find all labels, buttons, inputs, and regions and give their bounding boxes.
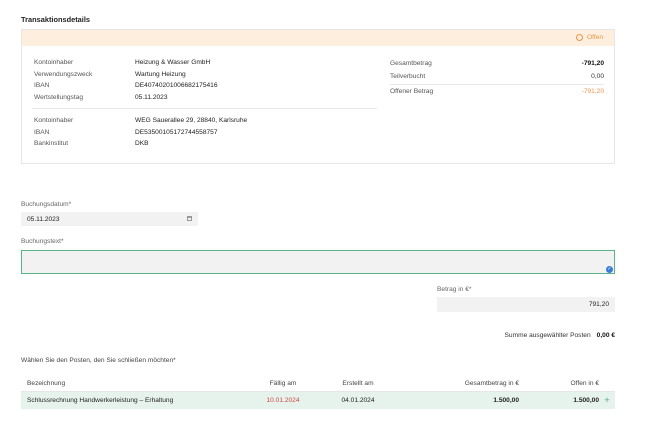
receiver-holder-value: WEG Sauerallee 29, 28840, Karlsruhe: [135, 117, 248, 124]
row-total: 1.500,00: [493, 397, 519, 404]
open-amount-value: -791,20: [581, 88, 604, 95]
open-amount-label: Offener Betrag: [390, 88, 434, 95]
column-header-name: Bezeichnung: [27, 380, 66, 387]
table-header: Bezeichnung Fällig am Erstellt am Gesamt…: [21, 376, 615, 392]
bank-label: Bankinstitut: [34, 140, 69, 147]
card-header: Offen: [22, 30, 614, 46]
selected-sum: Summe ausgewählter Posten 0,00 €: [505, 332, 615, 339]
transaction-details-card: Offen Kontoinhaber Heizung & Wasser GmbH …: [21, 29, 615, 164]
choose-item-label: Wählen Sie den Posten, den Sie schließen…: [21, 357, 176, 364]
totals-block: Gesamtbetrag -791,20 Teilverbucht 0,00 Off…: [390, 58, 604, 99]
add-item-icon[interactable]: +: [604, 395, 609, 405]
amount-input[interactable]: 791,20: [437, 297, 615, 312]
total-label: Gesamtbetrag: [390, 60, 432, 67]
table-row[interactable]: Schlussrechnung Handwerkerleistung – Erh…: [21, 392, 615, 409]
sender-holder-label: Kontoinhaber: [34, 59, 74, 66]
sender-iban-value: DE40740201006682175416: [135, 82, 218, 89]
divider: [390, 84, 604, 85]
receiver-iban-value: DE53500105172744558757: [135, 128, 218, 136]
status-badge: Offen: [575, 34, 603, 41]
purpose-label: Verwendungszweck: [34, 70, 93, 78]
row-due-date: 10.01.2024: [266, 397, 300, 404]
clock-icon: [575, 34, 583, 41]
purpose-value: Wartung Heizung: [135, 70, 186, 78]
column-header-total: Gesamtbetrag in €: [464, 380, 519, 387]
sender-holder-value: Heizung & Wasser GmbH: [135, 59, 211, 66]
receiver-holder-label: Kontoinhaber: [34, 117, 74, 124]
selected-sum-value: 0,00 €: [596, 332, 615, 339]
booking-text-label: Buchungstext*: [21, 238, 64, 245]
amount-label: Betrag in €*: [437, 286, 472, 293]
section-title: Transaktionsdetails: [21, 15, 91, 24]
receiver-info: Kontoinhaber WEG Sauerallee 29, 28840, Ka…: [34, 115, 247, 150]
value-date-value: 05.11.2023: [135, 93, 168, 101]
calendar-icon[interactable]: [187, 216, 192, 221]
row-open: 1.500,00: [573, 397, 599, 404]
sender-iban-label: IBAN: [34, 82, 50, 89]
divider: [32, 108, 377, 109]
receiver-iban-label: IBAN: [34, 128, 50, 136]
bank-value: DKB: [135, 140, 149, 147]
column-header-open: Offen in €: [570, 380, 599, 387]
value-date-label: Wertstellungstag: [34, 93, 83, 101]
total-value: -791,20: [581, 60, 604, 67]
selected-sum-label: Summe ausgewählter Posten: [504, 332, 591, 339]
column-header-created: Erstellt am: [342, 380, 374, 387]
booking-date-input[interactable]: 05.11.2023: [21, 212, 198, 226]
booking-text-input[interactable]: [21, 250, 615, 274]
partial-value: 0,00: [591, 72, 604, 80]
partial-label: Teilverbucht: [390, 72, 426, 80]
column-header-due: Fällig am: [269, 380, 297, 387]
status-label: Offen: [586, 34, 603, 41]
row-name: Schlussrechnung Handwerkerleistung – Erh…: [27, 397, 174, 404]
booking-date-label: Buchungsdatum*: [21, 201, 72, 208]
grammar-check-icon[interactable]: ✓: [606, 266, 613, 273]
open-items-table: Bezeichnung Fällig am Erstellt am Gesamt…: [21, 376, 615, 409]
sender-info: Kontoinhaber Heizung & Wasser GmbH Verwen…: [34, 57, 218, 103]
row-created-date: 04.01.2024: [341, 397, 375, 404]
